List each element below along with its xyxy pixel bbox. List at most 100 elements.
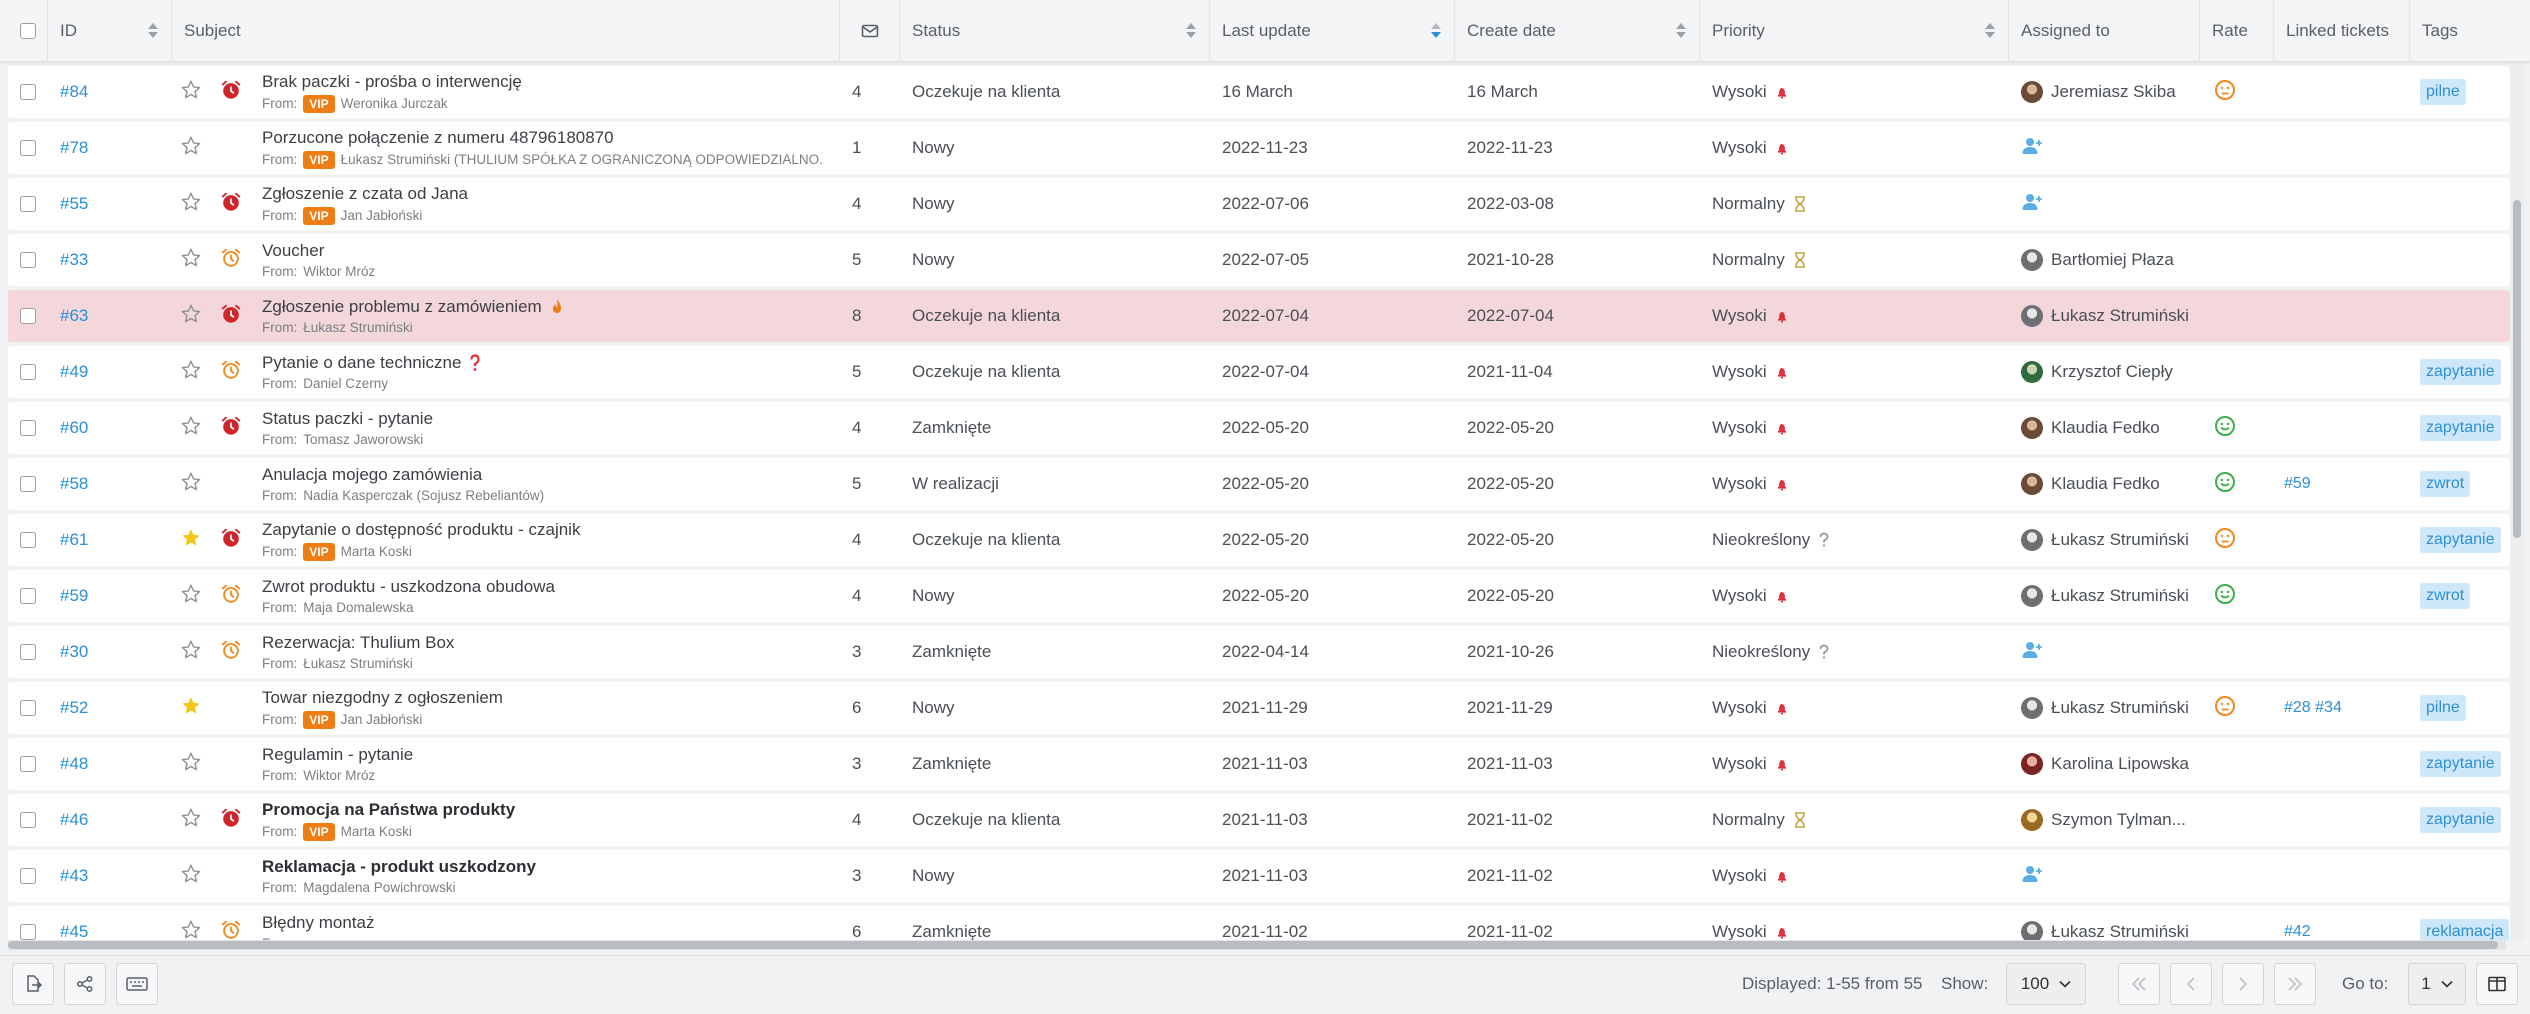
alarm-clock-icon[interactable]	[220, 359, 242, 386]
tag-badge[interactable]: pilne	[2420, 79, 2466, 105]
star-cell[interactable]	[180, 122, 210, 174]
tag-badge[interactable]: zapytanie	[2420, 527, 2501, 553]
alarm-clock-icon[interactable]	[220, 919, 242, 941]
ticket-id-link[interactable]: #49	[60, 362, 88, 382]
table-row[interactable]: #52 Towar niezgodny z ogłoszeniem From: VIP…	[8, 682, 2510, 734]
header-id[interactable]: ID	[48, 0, 172, 62]
row-checkbox[interactable]	[20, 308, 36, 324]
row-checkbox[interactable]	[20, 140, 36, 156]
star-filled-icon[interactable]	[180, 695, 202, 722]
tag-badge[interactable]: reklamacja	[2420, 919, 2510, 940]
star-cell[interactable]	[180, 794, 210, 846]
sort-status-icon[interactable]	[1179, 0, 1203, 62]
linked-ticket-links[interactable]: #59	[2284, 475, 2311, 493]
vertical-scrollbar[interactable]	[2510, 62, 2524, 940]
row-select-cell[interactable]	[20, 346, 40, 398]
star-cell[interactable]	[180, 458, 210, 510]
row-checkbox[interactable]	[20, 420, 36, 436]
star-cell[interactable]	[180, 402, 210, 454]
ticket-subject[interactable]: Pytanie o dane techniczne	[262, 353, 481, 373]
alarm-clock-overdue-icon[interactable]	[220, 415, 242, 442]
ticket-id-link[interactable]: #78	[60, 138, 88, 158]
sort-priority-icon[interactable]	[1978, 0, 2002, 62]
table-row[interactable]: #43 Reklamacja - produkt uszkodzony From: M…	[8, 850, 2510, 902]
ticket-subject[interactable]: Zapytanie o dostępność produktu - czajni…	[262, 520, 580, 540]
subject-cell[interactable]: Błędny montażFrom:	[262, 906, 842, 940]
assigned-cell[interactable]: Jeremiasz Skiba	[2021, 66, 2206, 118]
ticket-id-link[interactable]: #45	[60, 922, 88, 940]
row-checkbox[interactable]	[20, 364, 36, 380]
horizontal-scrollbar[interactable]	[8, 940, 2506, 950]
subject-cell[interactable]: Porzucone połączenie z numeru 4879618087…	[262, 122, 842, 174]
header-assigned-to[interactable]: Assigned to	[2009, 0, 2200, 62]
row-checkbox[interactable]	[20, 196, 36, 212]
assigned-cell[interactable]	[2021, 122, 2206, 174]
star-cell[interactable]	[180, 570, 210, 622]
share-button[interactable]	[64, 963, 106, 1005]
assign-user-icon[interactable]	[2021, 640, 2043, 665]
ticket-id-link[interactable]: #43	[60, 866, 88, 886]
page-size-select[interactable]: 100	[2006, 963, 2086, 1005]
header-rate[interactable]: Rate	[2200, 0, 2274, 62]
row-select-cell[interactable]	[20, 458, 40, 510]
table-row[interactable]: #84 Brak paczki - prośba o interwencję Fro…	[8, 66, 2510, 118]
assigned-cell[interactable]: Łukasz Strumiński	[2021, 906, 2206, 940]
row-select-cell[interactable]	[20, 850, 40, 902]
assigned-cell[interactable]: Krzysztof Ciepły	[2021, 346, 2206, 398]
select-all-checkbox[interactable]	[20, 23, 36, 39]
row-select-cell[interactable]	[20, 234, 40, 286]
subject-cell[interactable]: Voucher From: Wiktor Mróz	[262, 234, 842, 286]
alarm-clock-overdue-icon[interactable]	[220, 527, 242, 554]
table-row[interactable]: #46 Promocja na Państwa produkty From: VIP M…	[8, 794, 2510, 846]
tag-badge[interactable]: zwrot	[2420, 471, 2471, 497]
star-outline-icon[interactable]	[180, 807, 202, 834]
sort-create-date-icon[interactable]	[1669, 0, 1693, 62]
star-outline-icon[interactable]	[180, 863, 202, 890]
ticket-subject[interactable]: Porzucone połączenie z numeru 4879618087…	[262, 128, 614, 148]
goto-page-select[interactable]: 1	[2408, 963, 2466, 1005]
row-select-cell[interactable]	[20, 66, 40, 118]
row-select-cell[interactable]	[20, 402, 40, 454]
row-select-cell[interactable]	[20, 122, 40, 174]
ticket-subject[interactable]: Błędny montaż	[262, 913, 374, 933]
ticket-subject[interactable]: Regulamin - pytanie	[262, 745, 413, 765]
sort-id-icon[interactable]	[141, 0, 165, 62]
row-checkbox[interactable]	[20, 476, 36, 492]
star-cell[interactable]	[180, 850, 210, 902]
assign-user-icon[interactable]	[2021, 136, 2043, 161]
assigned-cell[interactable]: Szymon Tylman...	[2021, 794, 2206, 846]
ticket-id-link[interactable]: #48	[60, 754, 88, 774]
table-row[interactable]: #63 Zgłoszenie problemu z zamówieniem From…	[8, 290, 2510, 342]
tag-badge[interactable]: zapytanie	[2420, 751, 2501, 777]
table-row[interactable]: #48 Regulamin - pytanie From: Wiktor Mróz 3 Z…	[8, 738, 2510, 790]
star-outline-icon[interactable]	[180, 639, 202, 666]
table-row[interactable]: #30 Rezerwacja: Thulium Box From: Łukasz St…	[8, 626, 2510, 678]
header-subject[interactable]: Subject	[172, 0, 840, 62]
ticket-id-link[interactable]: #30	[60, 642, 88, 662]
row-select-cell[interactable]	[20, 738, 40, 790]
subject-cell[interactable]: Zwrot produktu - uszkodzona obudowa From:…	[262, 570, 842, 622]
subject-cell[interactable]: Anulacja mojego zamówienia From: Nadia Kas…	[262, 458, 842, 510]
subject-cell[interactable]: Rezerwacja: Thulium Box From: Łukasz Strum…	[262, 626, 842, 678]
star-outline-icon[interactable]	[180, 135, 202, 162]
row-select-cell[interactable]	[20, 570, 40, 622]
star-cell[interactable]	[180, 178, 210, 230]
linked-ticket-links[interactable]: #42	[2284, 923, 2311, 940]
previous-page-button[interactable]	[2170, 963, 2212, 1005]
star-cell[interactable]	[180, 346, 210, 398]
row-checkbox[interactable]	[20, 924, 36, 940]
ticket-id-link[interactable]: #55	[60, 194, 88, 214]
last-page-button[interactable]	[2274, 963, 2316, 1005]
row-checkbox[interactable]	[20, 532, 36, 548]
star-cell[interactable]	[180, 738, 210, 790]
star-outline-icon[interactable]	[180, 191, 202, 218]
table-row[interactable]: #78 Porzucone połączenie z numeru 4879618…	[8, 122, 2510, 174]
star-cell[interactable]	[180, 514, 210, 566]
subject-cell[interactable]: Zapytanie o dostępność produktu - czajni…	[262, 514, 842, 566]
subject-cell[interactable]: Zgłoszenie problemu z zamówieniem From: Łu…	[262, 290, 842, 342]
alarm-clock-icon[interactable]	[220, 583, 242, 610]
row-select-cell[interactable]	[20, 794, 40, 846]
star-outline-icon[interactable]	[180, 247, 202, 274]
star-outline-icon[interactable]	[180, 751, 202, 778]
table-row[interactable]: #45 Błędny montażFrom: 6 Zamknięte 2021-11-0…	[8, 906, 2510, 940]
